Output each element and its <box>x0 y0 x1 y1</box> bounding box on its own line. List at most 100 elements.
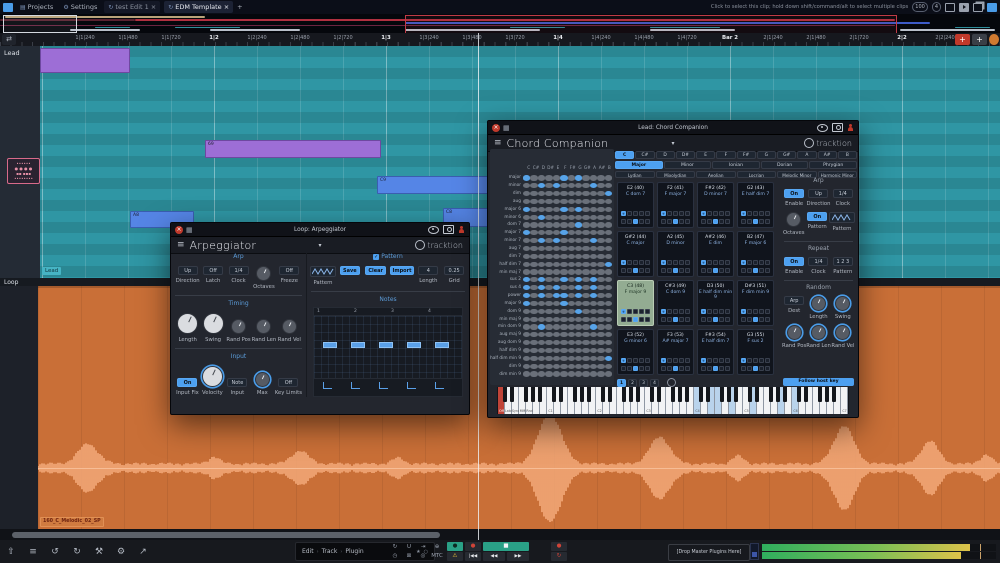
chord-dot[interactable] <box>538 222 545 227</box>
rand-vel-knob[interactable] <box>282 319 297 334</box>
chord-dot[interactable] <box>597 254 604 259</box>
root-note-button[interactable]: C# <box>635 151 654 159</box>
chord-pad[interactable]: D#3 (51)F dim min 9+ <box>737 280 774 326</box>
note-cell[interactable] <box>351 342 365 348</box>
chord-pad[interactable]: C3 (48)F major 9+ <box>617 280 654 326</box>
chord-dot[interactable] <box>605 285 612 290</box>
root-note-button[interactable]: F# <box>737 151 756 159</box>
pad-mini-button[interactable] <box>747 260 752 265</box>
chord-dot[interactable] <box>560 356 567 361</box>
arp-notes-grid[interactable]: 1234 <box>313 307 463 397</box>
pad-mini-button[interactable] <box>639 268 644 273</box>
pad-mini-button[interactable]: + <box>661 358 666 363</box>
chord-dot[interactable] <box>545 183 552 188</box>
pad-mini-button[interactable] <box>667 309 672 314</box>
pad-mini-button[interactable]: + <box>661 260 666 265</box>
chord-dot[interactable] <box>553 301 560 306</box>
pad-mini-button[interactable] <box>661 366 666 371</box>
pad-mini-button[interactable] <box>759 317 764 322</box>
chord-dot[interactable] <box>545 269 552 274</box>
zoom-badge[interactable]: 100 <box>912 2 928 12</box>
clear-button[interactable]: Clear <box>365 266 386 275</box>
menu-settings[interactable]: ⚙ Settings <box>60 1 100 13</box>
grid-icon[interactable]: ▦ <box>186 226 193 234</box>
chord-dot[interactable] <box>560 254 567 259</box>
chord-dot[interactable] <box>582 309 589 314</box>
note-cell[interactable] <box>323 342 337 348</box>
chord-dot[interactable] <box>575 371 582 376</box>
pad-mini-button[interactable] <box>639 211 644 216</box>
pad-mini-button[interactable] <box>679 260 684 265</box>
pad-mini-button[interactable] <box>633 268 638 273</box>
overview-loop-region[interactable] <box>405 15 897 34</box>
chord-dot[interactable] <box>605 262 612 267</box>
chord-dot[interactable] <box>538 183 545 188</box>
ruler-tool-icon[interactable]: ⇄ <box>2 34 16 45</box>
pad-mini-button[interactable] <box>747 366 752 371</box>
pad-mini-button[interactable] <box>719 317 724 322</box>
chord-dot[interactable] <box>590 285 597 290</box>
chord-dot[interactable] <box>560 183 567 188</box>
pad-mini-button[interactable] <box>747 309 752 314</box>
piano-key-black[interactable] <box>552 387 556 402</box>
pad-mini-button[interactable] <box>765 268 770 273</box>
chord-pad[interactable]: F3 (53)A# major 7+ <box>657 329 694 375</box>
chord-dot[interactable] <box>545 317 552 322</box>
pad-mini-button[interactable]: + <box>741 211 746 216</box>
pad-mini-button[interactable] <box>633 260 638 265</box>
chord-dot[interactable] <box>538 293 545 298</box>
chord-dot[interactable] <box>575 262 582 267</box>
chord-dot[interactable] <box>530 262 537 267</box>
chord-dot[interactable] <box>523 285 530 290</box>
cc-pattern-widget[interactable] <box>829 212 855 223</box>
chord-dot[interactable] <box>597 340 604 345</box>
chord-dot[interactable] <box>575 191 582 196</box>
piano-key-black[interactable] <box>671 387 675 402</box>
chord-dot[interactable] <box>545 301 552 306</box>
chord-pad[interactable]: E3 (52)G minor 6+ <box>617 329 654 375</box>
chord-dot[interactable] <box>582 230 589 235</box>
chord-dot[interactable] <box>597 246 604 251</box>
chord-dot[interactable] <box>523 254 530 259</box>
cc-random-swing-knob[interactable] <box>835 296 850 311</box>
chord-dot[interactable] <box>575 183 582 188</box>
piano-key-black[interactable] <box>559 387 563 402</box>
chord-dot[interactable] <box>545 309 552 314</box>
piano-key-black[interactable] <box>531 387 535 402</box>
chord-dot[interactable] <box>568 285 575 290</box>
pad-mini-button[interactable] <box>725 309 730 314</box>
chord-dot[interactable] <box>545 364 552 369</box>
network-icon[interactable]: ⊕ <box>435 544 440 550</box>
pad-mini-button[interactable] <box>759 211 764 216</box>
record-mode-button[interactable]: ● <box>465 542 481 551</box>
chord-dot[interactable] <box>590 269 597 274</box>
pad-mini-button[interactable] <box>685 211 690 216</box>
chord-dot[interactable] <box>538 207 545 212</box>
chord-dot[interactable] <box>597 269 604 274</box>
chord-dot[interactable] <box>545 262 552 267</box>
pad-mini-button[interactable] <box>621 219 626 224</box>
horizontal-scrollbar[interactable] <box>0 529 1000 540</box>
chord-dot[interactable] <box>553 207 560 212</box>
chord-dot[interactable] <box>582 364 589 369</box>
chord-dot[interactable] <box>582 199 589 204</box>
chord-dot[interactable] <box>523 191 530 196</box>
pad-mini-button[interactable] <box>685 317 690 322</box>
pad-mini-button[interactable] <box>725 219 730 224</box>
chord-dot[interactable] <box>545 246 552 251</box>
pad-mini-button[interactable] <box>759 219 764 224</box>
pad-mini-button[interactable] <box>645 358 650 363</box>
camera-icon[interactable] <box>443 225 454 234</box>
snap-icon[interactable] <box>945 3 955 12</box>
chord-pad[interactable]: B2 (47)F major 6+ <box>737 231 774 277</box>
pad-mini-button[interactable]: + <box>701 309 706 314</box>
close-icon[interactable]: × <box>492 124 500 132</box>
pad-mini-button[interactable] <box>639 309 644 314</box>
chord-dot[interactable] <box>538 332 545 337</box>
piano-key-black[interactable] <box>832 387 836 402</box>
fast-forward-button[interactable]: ▶▶ <box>507 552 529 561</box>
root-note-button[interactable]: B <box>838 151 857 159</box>
chord-dot[interactable] <box>545 215 552 220</box>
pad-mini-button[interactable] <box>679 358 684 363</box>
arrangement-overview[interactable] <box>0 14 1000 33</box>
